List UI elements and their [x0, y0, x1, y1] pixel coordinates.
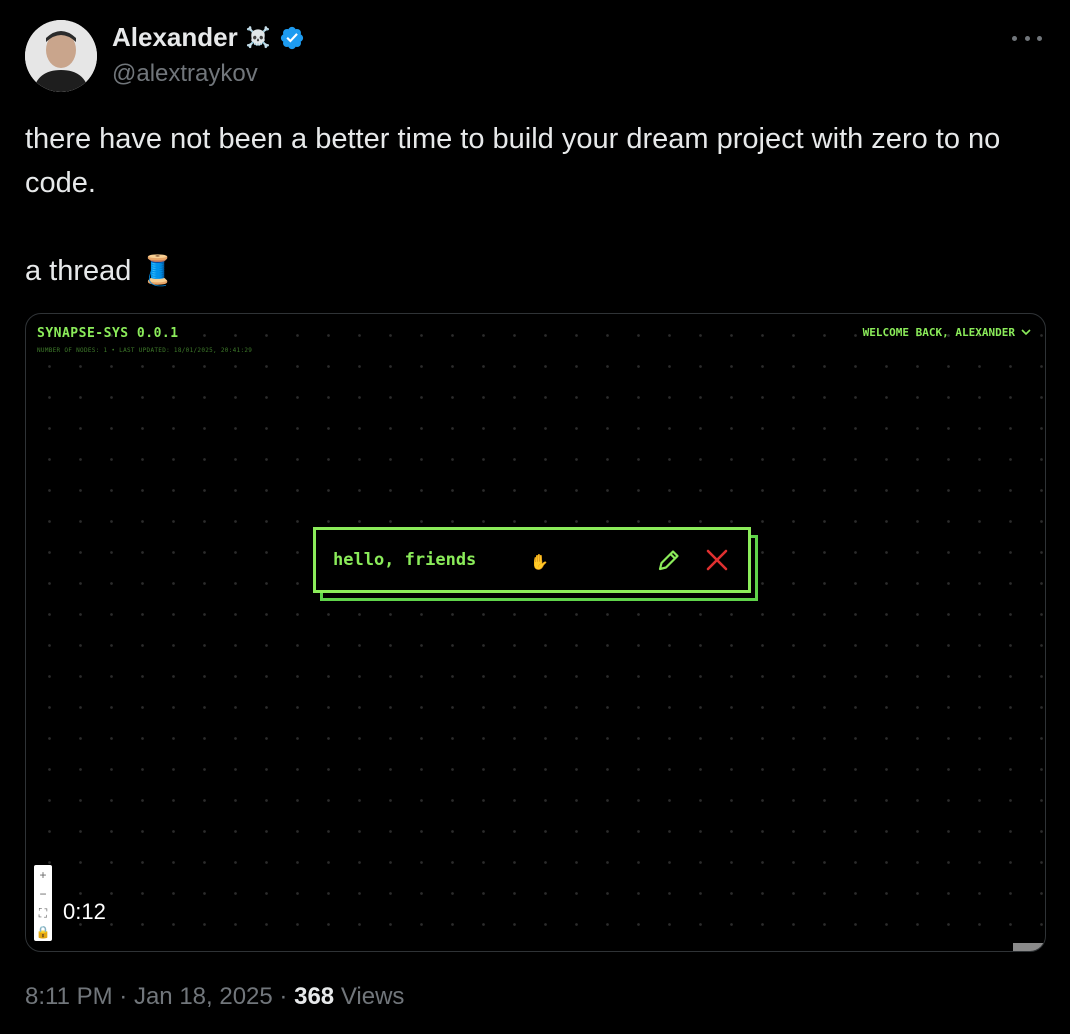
- zoom-in-button[interactable]: +: [39, 869, 46, 881]
- tweet-line-1: there have not been a better time to bui…: [25, 123, 1001, 199]
- views-label: Views: [340, 983, 405, 1010]
- node-text: hello, friends: [333, 550, 477, 570]
- close-icon[interactable]: [704, 547, 730, 573]
- zoom-controls: + − ⛶ 🔒: [34, 865, 52, 941]
- pencil-icon[interactable]: [656, 547, 682, 573]
- verified-badge-icon: [280, 26, 303, 49]
- app-title: SYNAPSE-SYS 0.0.1: [37, 326, 179, 341]
- app-subtitle: NUMBER OF NODES: 1 • LAST UPDATED: 18/01…: [37, 347, 253, 354]
- tweet-time[interactable]: 8:11 PM: [25, 983, 113, 1010]
- video-timestamp: 0:12: [63, 899, 106, 924]
- user-menu[interactable]: WELCOME BACK, ALEXANDER: [863, 326, 1031, 339]
- author-name-row: Alexander ☠️: [112, 22, 305, 53]
- tweet-date[interactable]: Jan 18, 2025: [134, 983, 273, 1010]
- canvas-node[interactable]: hello, friends ✋: [313, 527, 751, 593]
- hand-cursor-icon: ✋: [530, 554, 549, 571]
- chevron-down-icon: [1021, 329, 1031, 336]
- more-options-icon[interactable]: [1012, 26, 1042, 50]
- author-handle[interactable]: @alextraykov: [112, 60, 258, 88]
- zoom-out-button[interactable]: −: [39, 888, 46, 900]
- views-count: 368: [294, 983, 335, 1010]
- author-avatar[interactable]: [25, 20, 97, 92]
- resize-handle[interactable]: [1013, 943, 1045, 951]
- welcome-label: WELCOME BACK, ALEXANDER: [862, 326, 1015, 339]
- lock-icon[interactable]: 🔒: [36, 926, 51, 938]
- tweet-line-2: a thread 🧵: [25, 255, 176, 287]
- tweet-text: there have not been a better time to bui…: [25, 117, 1035, 293]
- skull-badge-icon: ☠️: [245, 26, 271, 49]
- author-name[interactable]: Alexander: [112, 22, 238, 53]
- tweet-meta: 8:11 PM · Jan 18, 2025 · 368 Views: [25, 983, 405, 1010]
- fit-view-icon[interactable]: ⛶: [39, 907, 47, 919]
- video-player[interactable]: SYNAPSE-SYS 0.0.1 NUMBER OF NODES: 1 • L…: [25, 313, 1046, 952]
